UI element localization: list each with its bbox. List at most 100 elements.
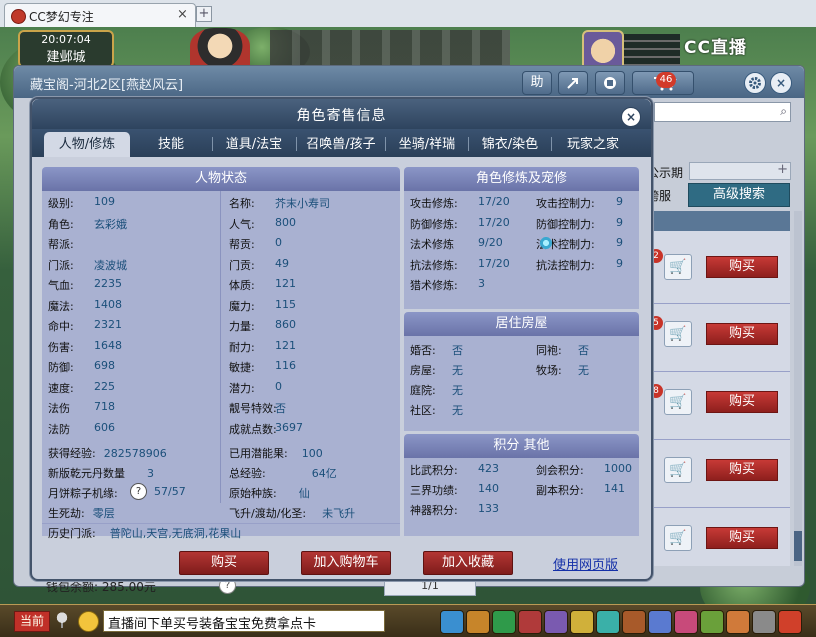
- list-buy-button[interactable]: 购买: [706, 391, 778, 413]
- event-icon[interactable]: [726, 610, 750, 634]
- search-icon: ⌕: [780, 104, 787, 118]
- qianyuan-row: 新版乾元丹数量 3: [48, 467, 154, 480]
- tab-mounts[interactable]: 坐骑/祥瑞: [387, 132, 467, 157]
- stat-label: 门贡:: [229, 258, 255, 272]
- housing-header: 居住房屋: [404, 312, 639, 336]
- list-cart-button[interactable]: 🛒: [664, 525, 692, 551]
- public-period-select[interactable]: +: [689, 162, 791, 180]
- chat-input[interactable]: 直播间下单买号装备宝宝免费拿点卡: [103, 610, 385, 632]
- tab-items-treasures[interactable]: 道具/法宝: [214, 132, 294, 157]
- stat-value: 17/20: [478, 215, 510, 229]
- stat-label: 房屋:: [410, 364, 436, 377]
- help-button[interactable]: 助: [522, 71, 552, 95]
- gift-icon[interactable]: [778, 610, 802, 634]
- list-cart-button[interactable]: 🛒: [664, 254, 692, 280]
- pet-icon[interactable]: [492, 610, 516, 634]
- stat-label: 攻击修炼:: [410, 197, 458, 210]
- microphone-icon[interactable]: [54, 611, 70, 630]
- tab-player-home[interactable]: 玩家之家: [553, 132, 633, 157]
- stat-label: 神器积分:: [410, 504, 458, 517]
- buy-button[interactable]: 购买: [179, 551, 269, 575]
- guild-icon[interactable]: [544, 610, 568, 634]
- stat-label: 级别:: [48, 197, 74, 210]
- question-icon[interactable]: ?: [130, 483, 147, 500]
- stat-row: 房屋: 无: [410, 362, 463, 378]
- stop-button[interactable]: [595, 71, 625, 95]
- stat-row: 级别: 109: [48, 195, 115, 211]
- stat-row: 命中: 2321: [48, 318, 122, 334]
- task-icon[interactable]: [596, 610, 620, 634]
- stat-label: 门派:: [48, 258, 74, 272]
- stat-row: 伤害: 1648: [48, 339, 122, 355]
- list-buy-button[interactable]: 购买: [706, 323, 778, 345]
- scrollbar-thumb[interactable]: [794, 531, 802, 561]
- dialog-close-button[interactable]: ×: [621, 107, 641, 127]
- stat-row: 法伤 718: [48, 400, 115, 416]
- add-to-cart-button[interactable]: 加入购物车: [301, 551, 391, 575]
- activity-icon[interactable]: [700, 610, 724, 634]
- points-panel: 比武积分: 423 三界功绩: 140 神器积分: 133 剑会积分: 1000 副本积分: 1…: [404, 458, 639, 536]
- dialog-title: 角色寄售信息: [296, 108, 387, 124]
- list-buy-button[interactable]: 购买: [706, 256, 778, 278]
- mooncake-row: 月饼粽子机缘:: [48, 487, 118, 500]
- new-tab-button[interactable]: +: [196, 6, 212, 22]
- share-button[interactable]: [558, 71, 588, 95]
- stat-label: 攻击控制力:: [536, 197, 595, 210]
- outer-close-button[interactable]: ×: [770, 72, 792, 94]
- stat-row: 剑会积分: 1000: [536, 462, 632, 478]
- team-icon[interactable]: [518, 610, 542, 634]
- item-icon[interactable]: [466, 610, 490, 634]
- tab-summons-children[interactable]: 召唤兽/孩子: [298, 132, 384, 157]
- search-input[interactable]: ⌕: [654, 102, 791, 122]
- stat-row: 防御修炼: 17/20: [410, 216, 510, 232]
- list-cart-button[interactable]: 🛒: [664, 389, 692, 415]
- tab-character-cultivation[interactable]: 人物/修炼: [44, 132, 130, 157]
- list-buy-button[interactable]: 购买: [706, 527, 778, 549]
- stat-row: 力量: 860: [229, 318, 296, 334]
- stat-value: 121: [275, 277, 296, 290]
- stat-label: 耐力:: [229, 340, 255, 354]
- friend-icon[interactable]: [570, 610, 594, 634]
- list-cart-button[interactable]: 🛒: [664, 457, 692, 483]
- add-to-favorites-button[interactable]: 加入收藏: [423, 551, 513, 575]
- stat-label: 猎术修炼:: [410, 279, 458, 292]
- bag-icon[interactable]: [622, 610, 646, 634]
- ascension-row: 飞升/渡劫/化圣: 未飞升: [229, 507, 356, 520]
- channel-button[interactable]: 当前: [14, 611, 50, 632]
- system-icon[interactable]: [752, 610, 776, 634]
- favicon-icon: [11, 9, 26, 24]
- stat-row: 攻击修炼: 17/20: [410, 195, 510, 211]
- browser-tab[interactable]: CC梦幻专注 ×: [4, 3, 196, 27]
- tab-skills[interactable]: 技能: [132, 132, 210, 157]
- stat-value: 玄彩娥: [94, 217, 127, 231]
- emoji-icon[interactable]: [78, 611, 99, 632]
- stat-row: 牧场: 无: [536, 362, 589, 378]
- list-scrollbar[interactable]: [794, 211, 802, 566]
- list-buy-button[interactable]: 购买: [706, 459, 778, 481]
- dialog-tab-bar: 人物/修炼 技能 道具/法宝 召唤兽/孩子 坐骑/祥瑞 锦衣/染色 玩家之家: [32, 129, 651, 157]
- stat-value: 141: [604, 482, 625, 495]
- tab-separator: [551, 137, 552, 151]
- stat-value: 0: [275, 379, 282, 393]
- list-cart-button[interactable]: 🛒: [664, 321, 692, 347]
- plus-icon: +: [777, 162, 788, 177]
- stat-value: 9: [616, 236, 623, 249]
- skill-icon[interactable]: [440, 610, 464, 634]
- tab-close-icon[interactable]: ×: [177, 7, 188, 22]
- stat-row: 魔力: 115: [229, 298, 296, 314]
- tab-costumes-dye[interactable]: 锦衣/染色: [470, 132, 550, 157]
- web-version-link[interactable]: 使用网页版: [553, 554, 618, 573]
- stat-row: 攻击控制力: 9: [536, 195, 623, 211]
- points-header: 积分 其他: [404, 434, 639, 458]
- stat-value: 9: [616, 195, 623, 208]
- map-icon[interactable]: [648, 610, 672, 634]
- stat-label: 敏捷:: [229, 361, 255, 374]
- original-race-row: 原始种族: 仙: [229, 487, 310, 500]
- advanced-search-button[interactable]: 高级搜索: [688, 183, 790, 207]
- settings-button[interactable]: [744, 72, 766, 94]
- mall-icon[interactable]: [674, 610, 698, 634]
- stat-label: 法伤: [48, 402, 70, 415]
- stat-value: 17/20: [478, 256, 510, 270]
- stat-value: 9/20: [478, 236, 503, 249]
- stat-value: 否: [452, 344, 463, 357]
